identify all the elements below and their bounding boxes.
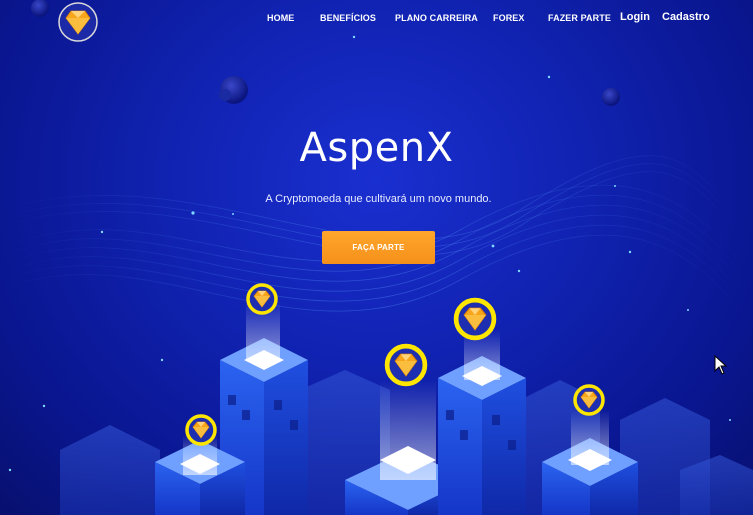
login-link[interactable]: Login [620,11,650,23]
nav-career-plan-link[interactable]: PLANO CARREIRA [395,13,478,23]
diamond-coin-icon [456,300,494,338]
diamond-coin-icon [246,283,278,315]
navbar: HOME BENEFÍCIOS PLANO CARREIRA FOREX FAZ… [0,0,753,44]
mouse-pointer-icon [714,355,728,375]
diamond-coin-icon [387,346,425,384]
hero-subtitle: A Cryptomoeda que cultivará um novo mund… [265,193,492,205]
nav-join-link[interactable]: FAZER PARTE [548,13,611,23]
diamond-coin-icon [573,384,605,416]
join-cta-button[interactable]: FAÇA PARTE [322,231,435,264]
diamond-coin-icon [185,414,217,446]
diamond-gem-logo-icon[interactable] [58,2,98,42]
hero-title: AspenX [299,125,454,171]
signup-link[interactable]: Cadastro [662,11,710,23]
nav-home-link[interactable]: HOME [267,13,294,23]
nav-benefits-link[interactable]: BENEFÍCIOS [320,13,376,23]
nav-forex-link[interactable]: FOREX [493,13,525,23]
